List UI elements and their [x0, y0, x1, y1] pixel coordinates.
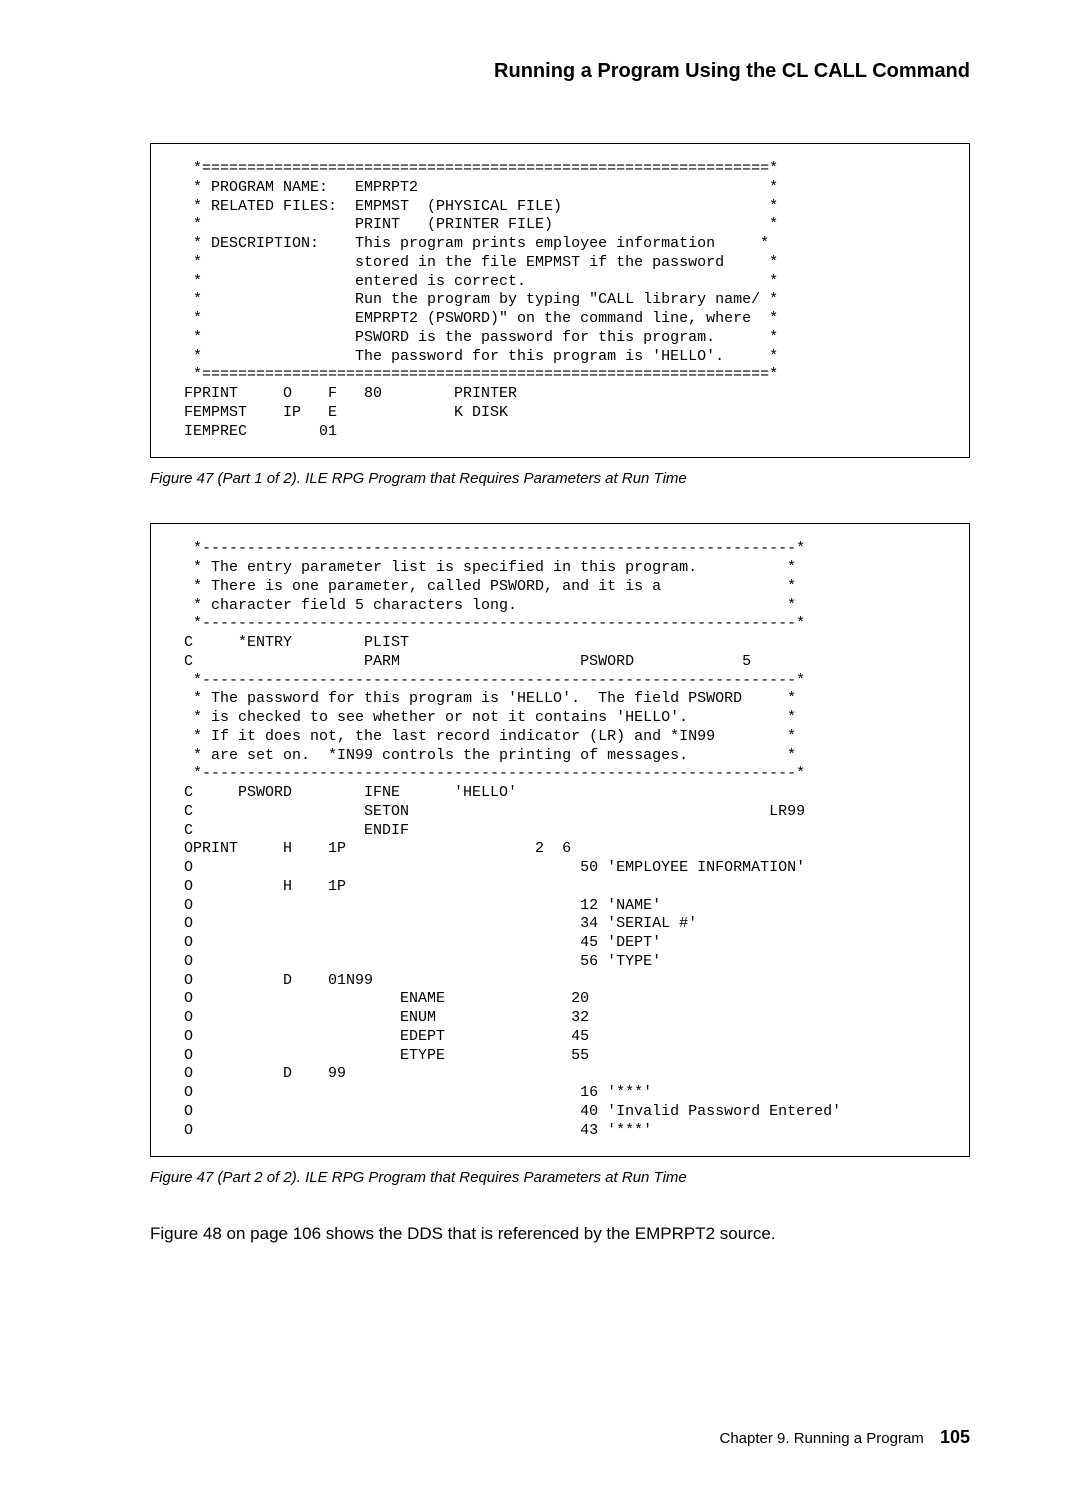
- running-head: Running a Program Using the CL CALL Comm…: [150, 60, 970, 83]
- page: Running a Program Using the CL CALL Comm…: [0, 0, 1080, 1488]
- body-paragraph: Figure 48 on page 106 shows the DDS that…: [150, 1222, 970, 1247]
- footer-chapter: Chapter 9. Running a Program: [720, 1430, 924, 1447]
- figure-caption-2: Figure 47 (Part 2 of 2). ILE RPG Program…: [150, 1169, 970, 1186]
- page-number: 105: [940, 1427, 970, 1447]
- figure-caption-1: Figure 47 (Part 1 of 2). ILE RPG Program…: [150, 470, 970, 487]
- code-listing-1: *=======================================…: [150, 143, 970, 458]
- code-listing-2: *---------------------------------------…: [150, 523, 970, 1157]
- page-footer: Chapter 9. Running a Program 105: [150, 1427, 970, 1448]
